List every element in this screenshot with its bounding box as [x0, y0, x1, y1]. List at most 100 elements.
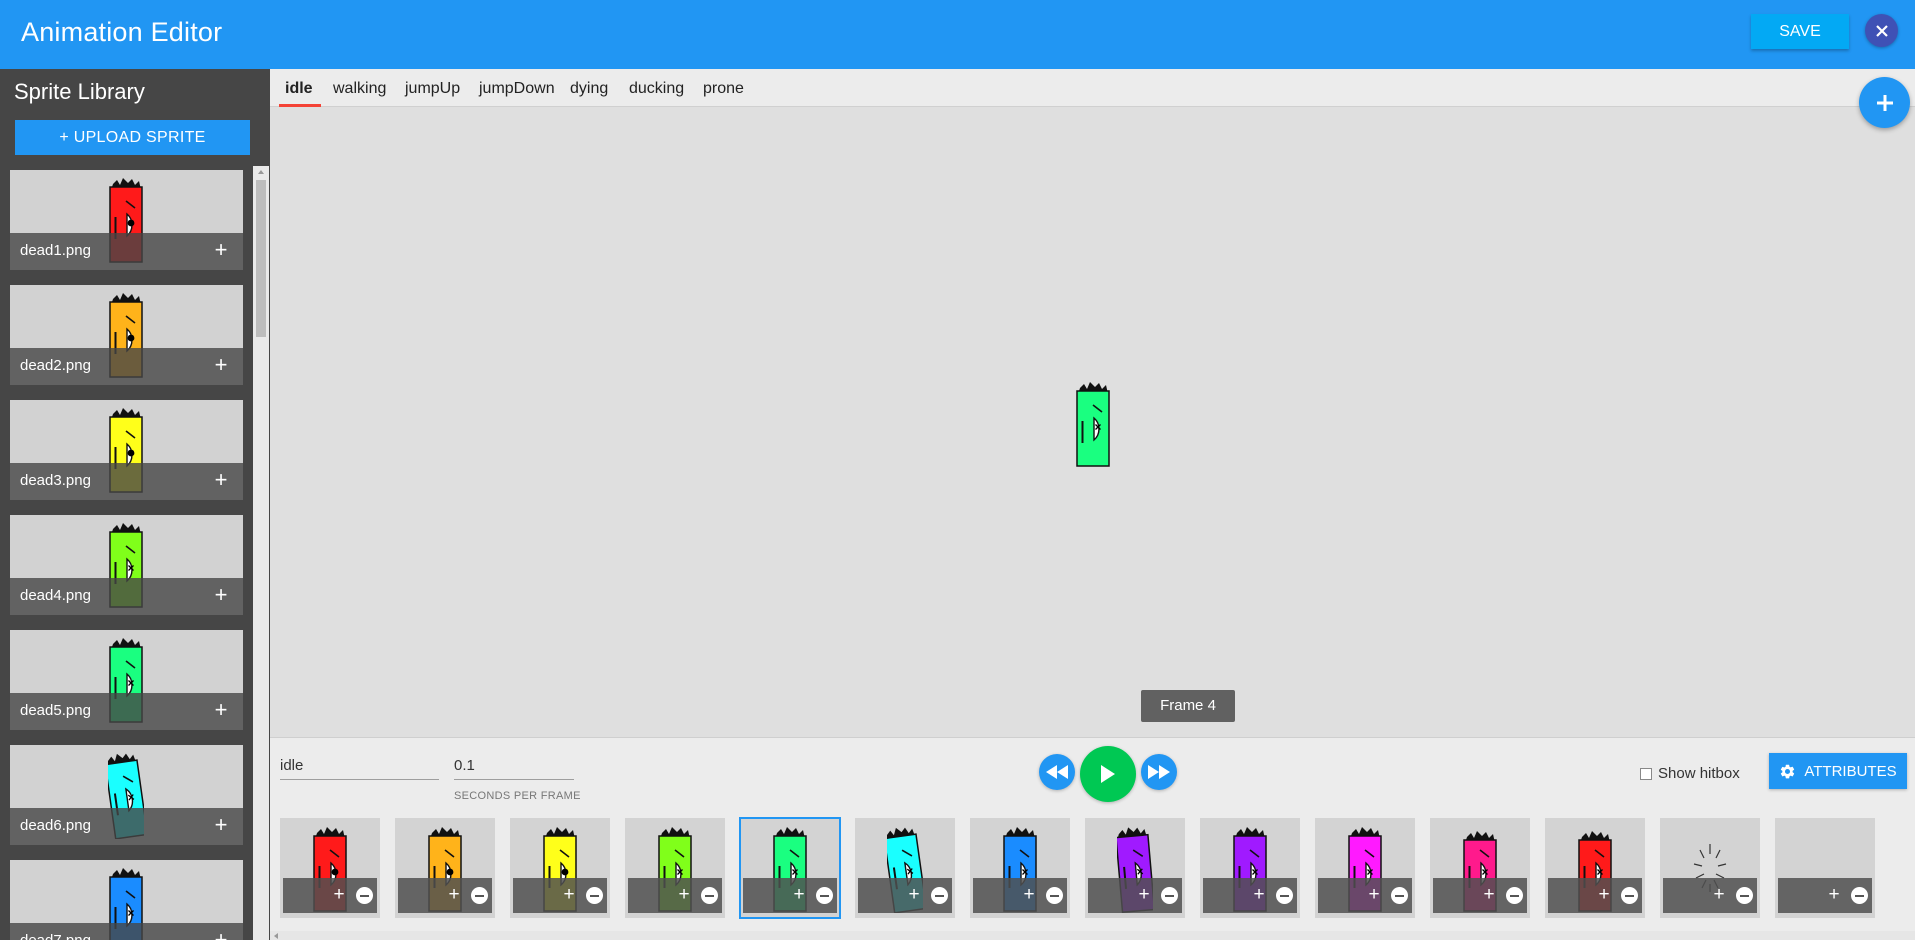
tab-jumpdown[interactable]: jumpDown: [479, 80, 555, 98]
tab-jumpup[interactable]: jumpUp: [405, 80, 460, 98]
duplicate-frame-button[interactable]: +: [790, 884, 808, 906]
add-sprite-to-frames-button[interactable]: +: [210, 696, 232, 724]
remove-frame-button[interactable]: [1851, 887, 1868, 904]
timeline-frame[interactable]: +: [1315, 818, 1415, 918]
add-sprite-to-frames-button[interactable]: +: [210, 926, 232, 940]
sprite-card[interactable]: dead7.png +: [10, 860, 243, 940]
save-button[interactable]: SAVE: [1751, 14, 1849, 49]
play-button[interactable]: [1080, 746, 1136, 802]
add-sprite-to-frames-button[interactable]: +: [210, 351, 232, 379]
sprite-filename: dead2.png: [20, 357, 91, 374]
timeline-frame[interactable]: +: [739, 817, 841, 919]
active-tab-indicator: [279, 104, 321, 107]
scroll-up-arrow-icon[interactable]: [258, 170, 264, 174]
duplicate-frame-button[interactable]: +: [560, 884, 578, 906]
animation-name-input[interactable]: [280, 752, 439, 780]
timeline-frame[interactable]: +: [855, 818, 955, 918]
canvas-sprite-preview: [1075, 381, 1111, 471]
sprite-card[interactable]: dead5.png +: [10, 630, 243, 730]
timeline-scrollbar[interactable]: [270, 931, 1915, 940]
timeline-frame[interactable]: +: [1430, 818, 1530, 918]
show-hitbox-checkbox[interactable]: [1640, 767, 1652, 780]
sprite-list: dead1.png + dead2.png + dead3.png + dead4.png +…: [10, 170, 243, 940]
scrollbar-thumb[interactable]: [256, 180, 266, 337]
minus-icon: [1625, 894, 1634, 897]
duplicate-frame-button[interactable]: +: [1480, 884, 1498, 906]
duplicate-frame-button[interactable]: +: [330, 884, 348, 906]
duplicate-frame-button[interactable]: +: [1825, 884, 1843, 906]
remove-frame-button[interactable]: [1391, 887, 1408, 904]
frame-timeline: + + + + + + + + + + + + + +: [280, 817, 1910, 922]
sprite-filename: dead6.png: [20, 817, 91, 834]
rewind-icon: [1046, 765, 1068, 779]
sprite-filename: dead7.png: [20, 932, 91, 940]
sprite-library-title: Sprite Library: [14, 79, 145, 104]
sprite-card[interactable]: dead2.png +: [10, 285, 243, 385]
duplicate-frame-button[interactable]: +: [1135, 884, 1153, 906]
rewind-button[interactable]: [1039, 754, 1075, 790]
timeline-frame[interactable]: +: [1660, 818, 1760, 918]
sprite-card[interactable]: dead3.png +: [10, 400, 243, 500]
sprite-card[interactable]: dead6.png +: [10, 745, 243, 845]
tab-prone[interactable]: prone: [703, 80, 744, 98]
timeline-frame[interactable]: +: [1200, 818, 1300, 918]
remove-frame-button[interactable]: [1506, 887, 1523, 904]
close-button[interactable]: [1865, 14, 1898, 47]
sprite-list-scrollbar[interactable]: [253, 166, 269, 940]
timeline-frame[interactable]: +: [280, 818, 380, 918]
remove-frame-button[interactable]: [1621, 887, 1638, 904]
timeline-frame[interactable]: +: [625, 818, 725, 918]
fast-forward-button[interactable]: [1141, 754, 1177, 790]
tab-idle[interactable]: idle: [285, 80, 313, 98]
timeline-frame[interactable]: +: [1775, 818, 1875, 918]
sprite-card[interactable]: dead4.png +: [10, 515, 243, 615]
main-area: idle walking jumpUp jumpDown dying ducking pro…: [270, 69, 1915, 940]
remove-frame-button[interactable]: [1736, 887, 1753, 904]
remove-frame-button[interactable]: [1046, 887, 1063, 904]
minus-icon: [1740, 894, 1749, 897]
duplicate-frame-button[interactable]: +: [675, 884, 693, 906]
timeline-frame[interactable]: +: [395, 818, 495, 918]
add-sprite-to-frames-button[interactable]: +: [210, 466, 232, 494]
tab-dying[interactable]: dying: [570, 80, 608, 98]
minus-icon: [360, 894, 369, 897]
animation-editor: Animation Editor SAVE Sprite Library + U…: [0, 0, 1915, 940]
remove-frame-button[interactable]: [1276, 887, 1293, 904]
add-sprite-to-frames-button[interactable]: +: [210, 236, 232, 264]
show-hitbox-toggle[interactable]: Show hitbox: [1640, 765, 1740, 782]
remove-frame-button[interactable]: [1161, 887, 1178, 904]
duplicate-frame-button[interactable]: +: [1595, 884, 1613, 906]
remove-frame-button[interactable]: [586, 887, 603, 904]
tab-walking[interactable]: walking: [333, 80, 386, 98]
seconds-per-frame-input[interactable]: [454, 752, 574, 780]
show-hitbox-label: Show hitbox: [1658, 765, 1740, 782]
sprite-filename: dead1.png: [20, 242, 91, 259]
remove-frame-button[interactable]: [931, 887, 948, 904]
minus-icon: [820, 894, 829, 897]
scroll-left-arrow-icon[interactable]: [274, 933, 278, 939]
timeline-frame[interactable]: +: [1085, 818, 1185, 918]
remove-frame-button[interactable]: [471, 887, 488, 904]
duplicate-frame-button[interactable]: +: [905, 884, 923, 906]
sprite-card[interactable]: dead1.png +: [10, 170, 243, 270]
duplicate-frame-button[interactable]: +: [1020, 884, 1038, 906]
duplicate-frame-button[interactable]: +: [1365, 884, 1383, 906]
duplicate-frame-button[interactable]: +: [445, 884, 463, 906]
remove-frame-button[interactable]: [701, 887, 718, 904]
add-sprite-to-frames-button[interactable]: +: [210, 811, 232, 839]
timeline-frame[interactable]: +: [970, 818, 1070, 918]
minus-icon: [705, 894, 714, 897]
tab-ducking[interactable]: ducking: [629, 80, 684, 98]
add-animation-button[interactable]: [1859, 77, 1910, 128]
attributes-button[interactable]: ATTRIBUTES: [1769, 753, 1907, 789]
remove-frame-button[interactable]: [816, 887, 833, 904]
timeline-frame[interactable]: +: [510, 818, 610, 918]
upload-sprite-button[interactable]: + UPLOAD SPRITE: [15, 120, 250, 155]
add-sprite-to-frames-button[interactable]: +: [210, 581, 232, 609]
remove-frame-button[interactable]: [356, 887, 373, 904]
duplicate-frame-button[interactable]: +: [1250, 884, 1268, 906]
minus-icon: [1165, 894, 1174, 897]
duplicate-frame-button[interactable]: +: [1710, 884, 1728, 906]
gear-icon: [1781, 764, 1795, 778]
timeline-frame[interactable]: +: [1545, 818, 1645, 918]
